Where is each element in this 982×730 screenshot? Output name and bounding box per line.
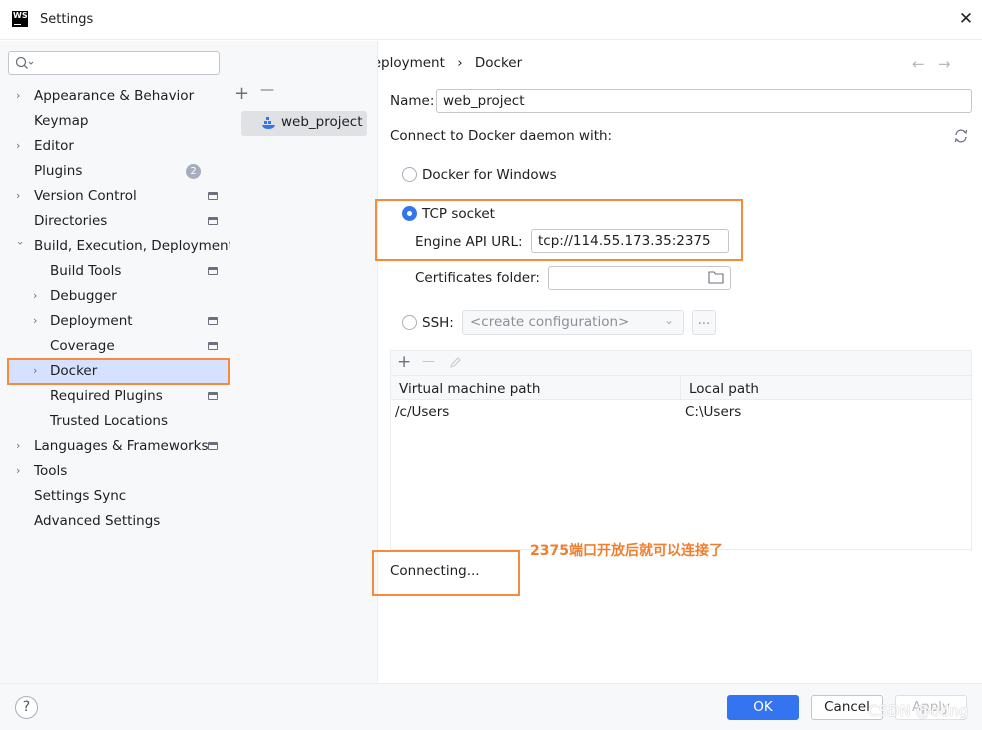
name-label: Name:: [390, 93, 435, 109]
ssh-browse-button[interactable]: ...: [692, 310, 716, 335]
sidebar-item-coverage[interactable]: Coverage: [50, 334, 115, 358]
sidebar-item-debugger[interactable]: Debugger: [50, 284, 117, 308]
remove-config-button[interactable]: —: [260, 82, 274, 98]
help-button[interactable]: ?: [15, 696, 38, 719]
sidebar-item-settings-sync[interactable]: Settings Sync: [34, 484, 126, 508]
search-input[interactable]: [8, 51, 220, 75]
webstorm-logo-icon: WS: [12, 11, 28, 27]
chevron-right-icon[interactable]: ›: [33, 365, 43, 376]
column-divider[interactable]: [680, 375, 681, 400]
refresh-icon[interactable]: [953, 128, 969, 144]
docker-windows-radio[interactable]: [402, 167, 417, 182]
engine-api-label: Engine API URL:: [415, 234, 523, 250]
engine-api-url-field[interactable]: tcp://114.55.173.35:2375: [531, 229, 729, 253]
sidebar-item-version-control[interactable]: Version Control: [34, 184, 137, 208]
annotation-text: 2375端口开放后就可以连接了: [530, 543, 723, 559]
forward-arrow-icon[interactable]: →: [938, 55, 951, 73]
breadcrumb-current: Docker: [474, 55, 523, 71]
chevron-right-icon[interactable]: ›: [33, 290, 43, 301]
docker-whale-icon: [262, 117, 275, 129]
title-bar: [0, 0, 982, 40]
breadcrumb-separator: ›: [457, 55, 463, 71]
sidebar-item-trusted-locations[interactable]: Trusted Locations: [50, 409, 168, 433]
config-item-label: web_project: [281, 114, 363, 130]
chevron-right-icon[interactable]: ›: [16, 140, 26, 151]
ok-button[interactable]: OK: [727, 695, 799, 720]
sidebar-item-advanced-settings[interactable]: Advanced Settings: [34, 509, 160, 533]
chevron-right-icon[interactable]: ›: [16, 440, 26, 451]
chevron-right-icon[interactable]: ›: [16, 465, 26, 476]
chevron-right-icon[interactable]: ›: [33, 315, 43, 326]
connect-label: Connect to Docker daemon with:: [390, 128, 613, 144]
project-scope-icon: [208, 392, 218, 400]
sidebar-item-required-plugins[interactable]: Required Plugins: [50, 384, 163, 408]
project-scope-icon: [208, 267, 218, 275]
ssh-config-combo[interactable]: <create configuration>: [462, 310, 684, 335]
certificates-label: Certificates folder:: [415, 270, 540, 286]
column-header-vm-path[interactable]: Virtual machine path: [399, 381, 540, 397]
sidebar-item-tools[interactable]: Tools: [34, 459, 67, 483]
remove-mapping-button[interactable]: —: [422, 354, 435, 369]
sidebar-item-deployment[interactable]: Deployment: [50, 309, 133, 333]
ssh-label[interactable]: SSH:: [422, 315, 454, 331]
search-icon: [15, 56, 34, 69]
project-scope-icon: [208, 442, 218, 450]
close-icon[interactable]: ✕: [957, 10, 975, 28]
chevron-down-icon: ⌄: [664, 313, 675, 327]
project-scope-icon: [208, 317, 218, 325]
project-scope-icon: [208, 342, 218, 350]
chevron-right-icon[interactable]: ›: [16, 190, 26, 201]
edit-pencil-icon[interactable]: [449, 356, 462, 369]
table-cell-vm-path[interactable]: /c/Users: [395, 404, 449, 420]
add-mapping-button[interactable]: +: [397, 352, 411, 372]
sidebar-item-appearance[interactable]: Appearance & Behavior: [34, 84, 194, 108]
sidebar-item-docker[interactable]: Docker: [50, 359, 97, 383]
sidebar-item-keymap[interactable]: Keymap: [34, 109, 88, 133]
column-header-local-path[interactable]: Local path: [689, 381, 759, 397]
add-config-button[interactable]: +: [234, 83, 249, 104]
table-toolbar: [391, 351, 971, 375]
connection-status: Connecting...: [390, 563, 480, 579]
project-scope-icon: [208, 192, 218, 200]
sidebar-item-editor[interactable]: Editor: [34, 134, 74, 158]
tcp-socket-label[interactable]: TCP socket: [422, 206, 495, 222]
sidebar-item-directories[interactable]: Directories: [34, 209, 107, 233]
plugins-count-badge: 2: [186, 164, 201, 179]
watermark: CSDN @odng: [868, 702, 969, 720]
project-scope-icon: [208, 217, 218, 225]
chevron-down-icon[interactable]: ›: [14, 241, 27, 251]
sidebar-item-build-execution-deployment[interactable]: Build, Execution, Deployment: [34, 234, 234, 258]
sidebar-item-build-tools[interactable]: Build Tools: [50, 259, 121, 283]
name-field[interactable]: web_project: [436, 89, 972, 113]
back-arrow-icon[interactable]: ←: [912, 55, 925, 73]
window-title: Settings: [40, 12, 94, 27]
table-cell-local-path[interactable]: C:\Users: [685, 404, 741, 420]
ssh-radio[interactable]: [402, 315, 417, 330]
tcp-socket-radio[interactable]: [402, 206, 417, 221]
docker-windows-label[interactable]: Docker for Windows: [422, 167, 557, 183]
folder-icon[interactable]: [708, 270, 724, 284]
sidebar-item-languages-frameworks[interactable]: Languages & Frameworks: [34, 434, 209, 458]
certificates-folder-field[interactable]: [548, 266, 731, 290]
sidebar-item-plugins[interactable]: Plugins: [34, 159, 82, 183]
docker-config-list: [230, 41, 378, 683]
chevron-right-icon[interactable]: ›: [16, 90, 26, 101]
